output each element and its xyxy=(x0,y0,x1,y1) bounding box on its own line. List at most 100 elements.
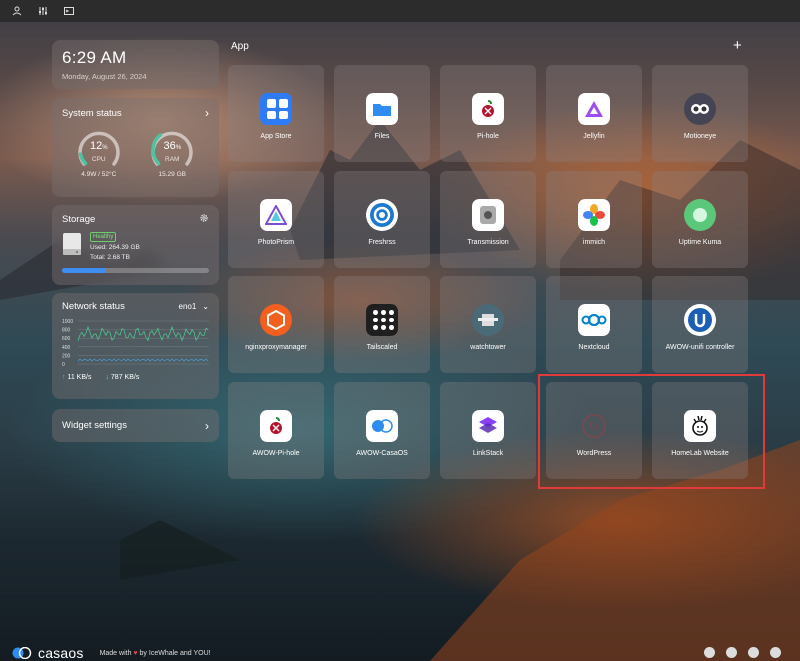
app-tile[interactable]: nginxproxymanager xyxy=(228,276,324,373)
made-suffix: by IceWhale and YOU! xyxy=(139,649,211,657)
chevron-right-icon[interactable]: › xyxy=(205,106,209,120)
app-label: Motioneye xyxy=(683,133,717,140)
mastodon-icon[interactable] xyxy=(726,647,737,658)
network-y-tick: 1000 xyxy=(62,319,73,325)
app-tile[interactable]: App Store xyxy=(228,65,324,162)
arrow-down-icon: ↓ xyxy=(105,374,109,381)
chevron-right-icon: › xyxy=(205,418,209,433)
status-badge: Healthy xyxy=(90,232,117,242)
heart-icon: ♥ xyxy=(133,649,138,657)
system-status-widget: System status › 12% CPU 4.9W / 52°C 36% … xyxy=(52,98,219,197)
app-label: Jellyfin xyxy=(583,133,605,140)
app-tile[interactable]: watchtower xyxy=(440,276,536,373)
made-prefix: Made with xyxy=(99,649,132,657)
clock-date: Monday, August 26, 2024 xyxy=(62,72,147,81)
app-tile[interactable]: AWOW-Pi-hole xyxy=(228,382,324,479)
chevron-down-icon[interactable]: ⌄ xyxy=(202,302,209,311)
clock-time: 6:29 AM xyxy=(62,48,127,67)
casaos-logo-icon xyxy=(12,647,32,659)
network-y-tick: 400 xyxy=(62,345,71,351)
pihole-icon xyxy=(260,410,292,442)
app-label: LinkStack xyxy=(472,450,504,457)
app-label: AWOW-Pi-hole xyxy=(252,450,300,457)
ram-label: RAM xyxy=(165,156,180,163)
app-tile[interactable]: Jellyfin xyxy=(546,65,642,162)
ram-unit: % xyxy=(175,145,182,151)
network-y-tick: 0 xyxy=(62,362,65,366)
unifi-icon xyxy=(684,304,716,336)
app-label: AWOW-CasaOS xyxy=(356,450,408,457)
app-label: Uptime Kuma xyxy=(678,239,722,246)
user-icon[interactable] xyxy=(10,4,24,18)
nginx-proxy-manager-icon xyxy=(260,304,292,336)
system-status-title: System status xyxy=(62,107,122,119)
storage-usage-fill xyxy=(62,268,107,273)
network-interface-select[interactable]: eno1 xyxy=(179,302,197,311)
app-tile[interactable]: PhotoPrism xyxy=(228,171,324,268)
app-tile[interactable]: Tailscaled xyxy=(334,276,430,373)
footer: casaos Made with ♥ by IceWhale and YOU! xyxy=(12,645,211,661)
app-tile[interactable]: Nextcloud xyxy=(546,276,642,373)
app-tile[interactable]: Uptime Kuma xyxy=(652,171,748,268)
app-label: Nextcloud xyxy=(578,344,610,351)
terminal-icon[interactable] xyxy=(62,4,76,18)
download-speed: ↓ 787 KB/s xyxy=(105,374,139,381)
download-value: 787 KB/s xyxy=(110,374,140,381)
cpu-unit: % xyxy=(102,145,108,151)
app-label: PhotoPrism xyxy=(257,239,295,246)
immich-icon xyxy=(578,199,610,231)
network-y-tick: 600 xyxy=(62,336,71,342)
highlight-box xyxy=(538,374,765,489)
storage-widget: Storage Healthy Used: 264.39 GB Total: 2… xyxy=(52,205,219,285)
app-label: Freshrss xyxy=(368,239,396,246)
casaos-logo: casaos xyxy=(38,645,84,661)
upload-value: 11 KB/s xyxy=(67,374,92,381)
app-tile[interactable]: Files xyxy=(334,65,430,162)
linkstack-icon xyxy=(472,410,504,442)
upload-speed: ↑ 11 KB/s xyxy=(62,374,91,381)
storage-used: Used: 264.39 GB xyxy=(90,244,140,251)
ram-gauge: 36% RAM 15.29 GB xyxy=(148,126,196,178)
app-label: AWOW-unifi controller xyxy=(665,344,735,351)
arrow-up-icon: ↑ xyxy=(62,374,66,381)
app-tile[interactable]: Motioneye xyxy=(652,65,748,162)
transmission-icon xyxy=(472,199,504,231)
disk-icon xyxy=(62,232,82,256)
gear-icon[interactable] xyxy=(199,213,209,226)
app-label: Files xyxy=(374,133,390,140)
widget-settings-button[interactable]: Widget settings › xyxy=(52,409,219,442)
plus-icon[interactable]: + xyxy=(733,38,742,53)
storage-total: Total: 2.68 TB xyxy=(90,254,130,261)
cpu-percent: 12 xyxy=(89,140,103,152)
app-tile[interactable]: AWOW-CasaOS xyxy=(334,382,430,479)
app-tile[interactable]: immich xyxy=(546,171,642,268)
github-icon[interactable] xyxy=(748,647,759,658)
top-bar xyxy=(0,0,800,22)
cpu-gauge: 12% CPU 4.9W / 52°C xyxy=(75,126,123,178)
app-tile[interactable]: Transmission xyxy=(440,171,536,268)
photoprism-icon xyxy=(260,199,292,231)
app-tile[interactable]: AWOW-unifi controller xyxy=(652,276,748,373)
ram-sub: 15.29 GB xyxy=(158,171,186,178)
app-label: watchtower xyxy=(470,344,506,351)
made-with-text: Made with ♥ by IceWhale and YOU! xyxy=(100,650,211,657)
app-label: Pi-hole xyxy=(477,133,499,140)
network-status-widget: Network status eno1 ⌄ 1000 800 600 400 200 0 ↑… xyxy=(52,293,219,399)
feedback-icon[interactable] xyxy=(770,647,781,658)
uptime-kuma-icon xyxy=(684,199,716,231)
sliders-icon[interactable] xyxy=(36,4,50,18)
cpu-sub: 4.9W / 52°C xyxy=(81,171,117,178)
motioneye-icon xyxy=(684,93,716,125)
nextcloud-icon xyxy=(578,304,610,336)
widget-settings-label: Widget settings xyxy=(62,420,127,431)
app-tile[interactable]: LinkStack xyxy=(440,382,536,479)
app-label: App Store xyxy=(260,133,292,140)
discord-icon[interactable] xyxy=(704,647,715,658)
cpu-label: CPU xyxy=(91,156,106,163)
app-tile[interactable]: Freshrss xyxy=(334,171,430,268)
app-store-icon xyxy=(260,93,292,125)
network-y-tick: 800 xyxy=(62,328,71,334)
app-tile[interactable]: Pi-hole xyxy=(440,65,536,162)
jellyfin-icon xyxy=(578,93,610,125)
social-links xyxy=(704,647,781,658)
